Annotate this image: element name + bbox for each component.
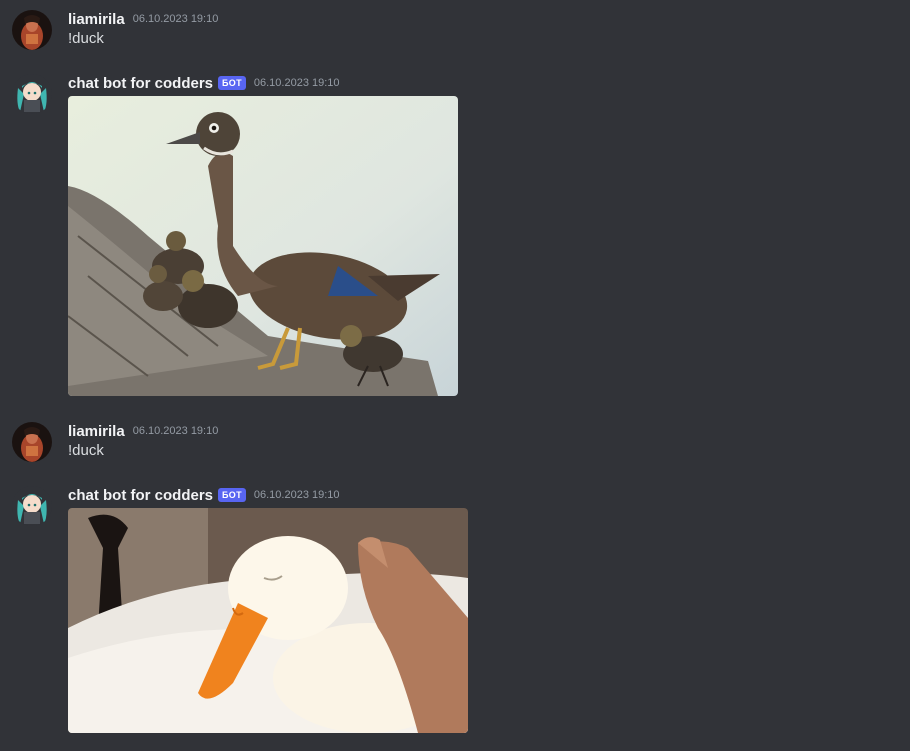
message-header: chat bot for codders БОТ 06.10.2023 19:1… (68, 72, 340, 94)
author-name[interactable]: chat bot for codders (68, 75, 213, 92)
bot-avatar[interactable] (12, 486, 52, 526)
message-header: liamirila 06.10.2023 19:10 (68, 420, 218, 442)
timestamp: 06.10.2023 19:10 (253, 77, 340, 89)
image-attachment-wood-duck[interactable] (68, 96, 458, 396)
bot-badge: БОТ (218, 488, 246, 502)
message-text: !duck (68, 30, 104, 47)
timestamp: 06.10.2023 19:10 (132, 13, 219, 25)
message-2: chat bot for codders БОТ 06.10.2023 19:1… (0, 72, 910, 402)
message-4: chat bot for codders БОТ 06.10.2023 19:1… (0, 484, 910, 734)
timestamp: 06.10.2023 19:10 (253, 489, 340, 501)
message-3: liamirila 06.10.2023 19:10 !duck (0, 420, 910, 462)
message-header: liamirila 06.10.2023 19:10 (68, 8, 218, 30)
author-name[interactable]: liamirila (68, 423, 125, 440)
bot-avatar[interactable] (12, 74, 52, 114)
message-text: !duck (68, 442, 104, 459)
user-avatar[interactable] (12, 422, 52, 462)
author-name[interactable]: chat bot for codders (68, 487, 213, 504)
user-avatar[interactable] (12, 10, 52, 50)
bot-badge: БОТ (218, 76, 246, 90)
timestamp: 06.10.2023 19:10 (132, 425, 219, 437)
image-attachment-white-duck[interactable] (68, 508, 468, 733)
message-header: chat bot for codders БОТ 06.10.2023 19:1… (68, 484, 340, 506)
message-1: liamirila 06.10.2023 19:10 !duck (0, 8, 910, 50)
author-name[interactable]: liamirila (68, 11, 125, 28)
